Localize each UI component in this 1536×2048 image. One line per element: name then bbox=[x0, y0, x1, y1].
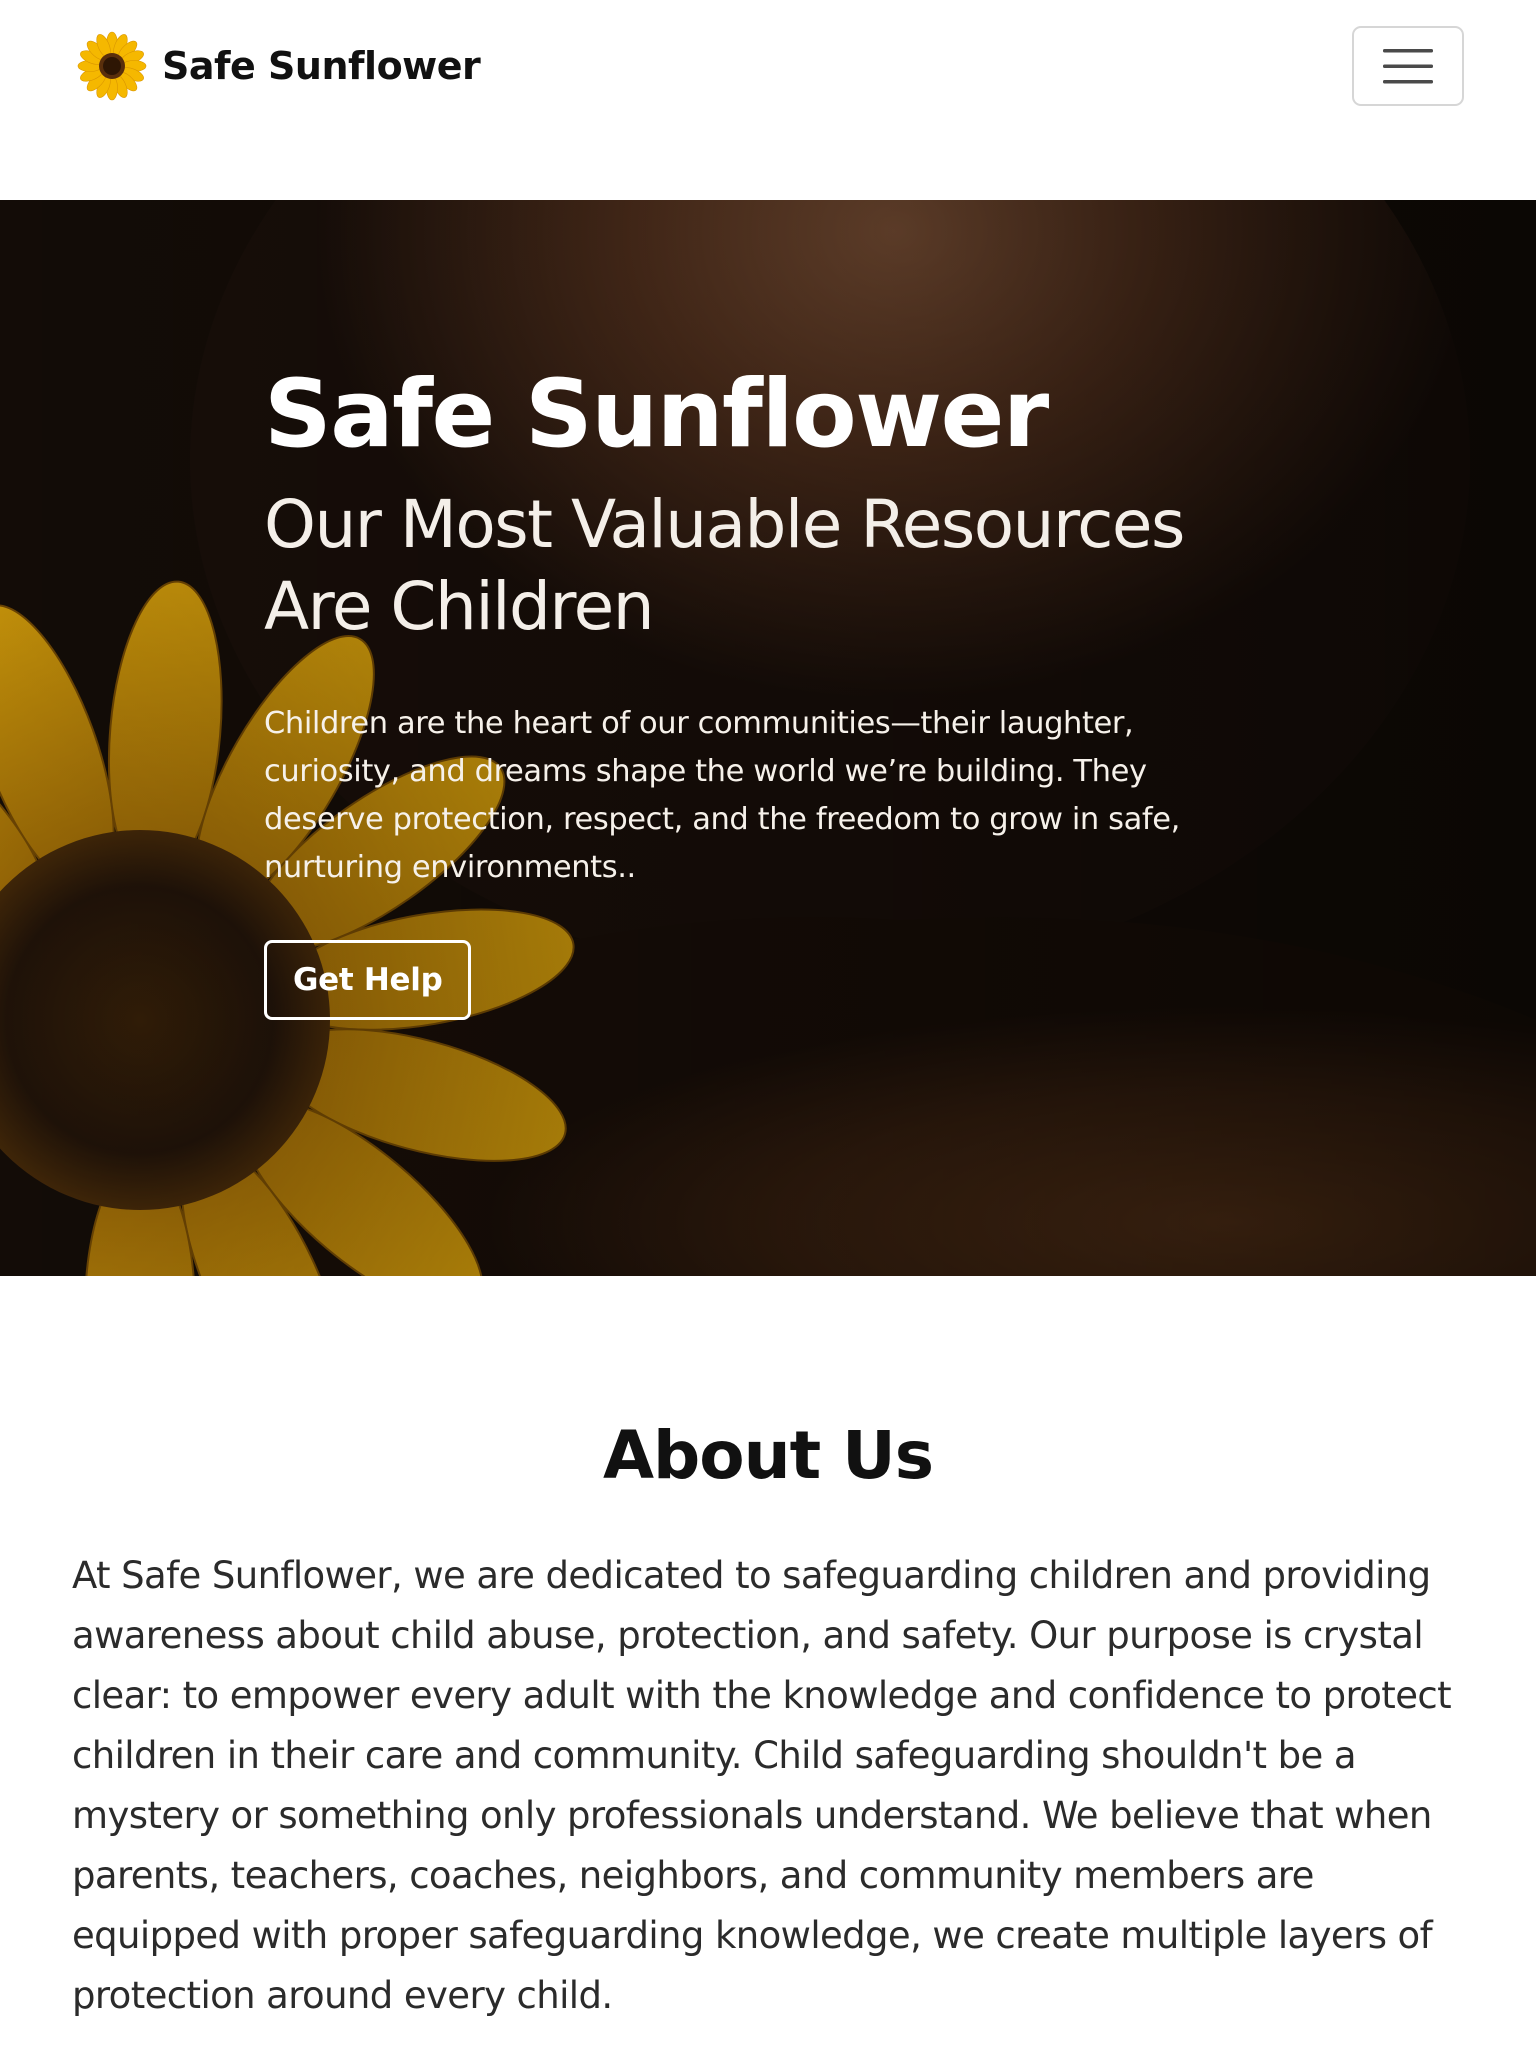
get-help-button[interactable]: Get Help bbox=[264, 940, 472, 1020]
brand-name: Safe Sunflower bbox=[162, 44, 481, 88]
brand-link[interactable]: Safe Sunflower bbox=[77, 30, 481, 102]
hero-description: Children are the heart of our communitie… bbox=[264, 706, 1180, 885]
hero-title: Safe Sunflower bbox=[264, 360, 1049, 469]
hero-content: Safe Sunflower Our Most Valuable Resourc… bbox=[264, 360, 1264, 1020]
navbar-toggler-button[interactable] bbox=[1352, 26, 1464, 106]
hamburger-menu-icon bbox=[1383, 49, 1433, 84]
navbar: Safe Sunflower bbox=[0, 0, 1536, 200]
hero-subtitle: Our Most Valuable Resources Are Children bbox=[264, 486, 1185, 645]
about-title: About Us bbox=[602, 1417, 934, 1494]
hero-section: Safe Sunflower Our Most Valuable Resourc… bbox=[0, 200, 1536, 1276]
about-section: About Us At Safe Sunflower, we are dedic… bbox=[0, 1276, 1536, 2048]
about-description: At Safe Sunflower, we are dedicated to s… bbox=[72, 1554, 1452, 2017]
sunflower-icon bbox=[77, 31, 147, 101]
